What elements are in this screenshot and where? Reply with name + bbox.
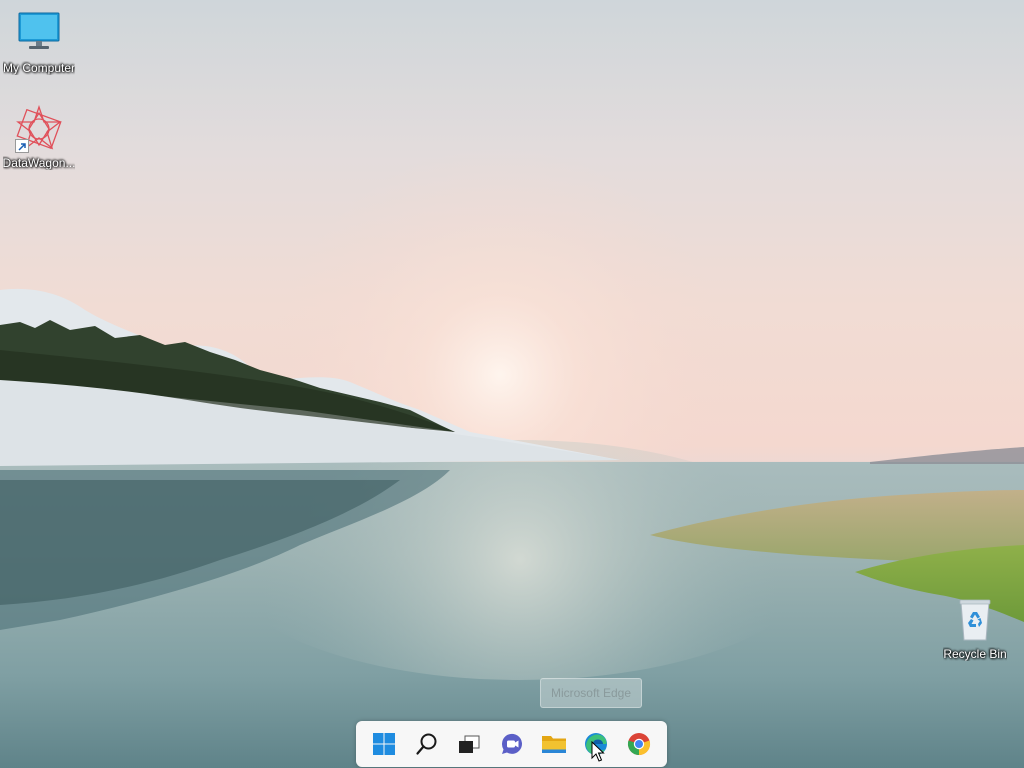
search-icon [416, 733, 437, 755]
wallpaper [0, 145, 1024, 768]
desktop-icon-my-computer[interactable]: My Computer [1, 10, 77, 75]
desktop-icon-recycle-bin[interactable]: Recycle Bin [937, 596, 1013, 661]
windows-start-icon [373, 733, 396, 755]
mouse-cursor-icon [591, 741, 605, 762]
desktop-icon-label: Recycle Bin [943, 647, 1007, 661]
monitor-icon [15, 10, 63, 58]
desktop-icon-datawagon[interactable]: DataWagon... [1, 104, 77, 170]
folder-icon [541, 736, 566, 753]
chat-button[interactable] [492, 724, 532, 764]
taskbar-tooltip: Microsoft Edge [540, 678, 642, 708]
recycle-bin-icon [951, 596, 999, 644]
chrome-icon [627, 733, 650, 756]
task-view-icon [459, 735, 480, 753]
desktop-icon-label: My Computer [2, 61, 76, 75]
shortcut-arrow-icon [15, 139, 29, 153]
search-button[interactable] [407, 724, 447, 764]
teams-chat-icon [501, 733, 522, 754]
datawagon-app-icon [15, 104, 63, 153]
desktop: My Computer DataWagon... Recycle Bin Mic… [0, 0, 1024, 768]
chrome-button[interactable] [619, 724, 659, 764]
taskbar [356, 721, 667, 767]
task-view-button[interactable] [449, 724, 489, 764]
file-explorer-button[interactable] [534, 724, 574, 764]
start-button[interactable] [364, 724, 404, 764]
desktop-icon-label: DataWagon... [2, 156, 76, 170]
